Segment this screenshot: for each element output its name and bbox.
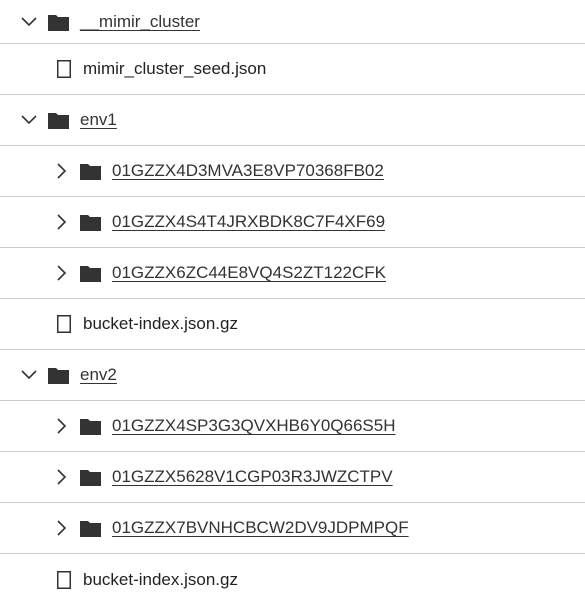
tree-row-block[interactable]: 01GZZX4S4T4JRXBDK8C7F4XF69 xyxy=(0,197,585,248)
file-icon xyxy=(57,315,71,333)
folder-icon xyxy=(80,213,101,231)
folder-icon xyxy=(48,111,69,129)
chevron-right-icon[interactable] xyxy=(52,417,70,435)
chevron-right-icon[interactable] xyxy=(52,213,70,231)
chevron-right-icon[interactable] xyxy=(52,468,70,486)
folder-icon xyxy=(80,468,101,486)
chevron-down-icon[interactable] xyxy=(20,111,38,129)
file-name: bucket-index.json.gz xyxy=(83,314,238,333)
tree-row-block[interactable]: 01GZZX7BVNHCBCW2DV9JDPMPQF xyxy=(0,503,585,554)
folder-link[interactable]: env2 xyxy=(80,365,117,385)
tree-row-block[interactable]: 01GZZX4SP3G3QVXHB6Y0Q66S5H xyxy=(0,401,585,452)
file-icon xyxy=(57,570,71,589)
folder-link[interactable]: __mimir_cluster xyxy=(80,12,200,32)
file-tree: __mimir_cluster mimir_cluster_seed.json … xyxy=(0,0,585,605)
folder-icon xyxy=(80,417,101,435)
file-icon xyxy=(57,60,71,78)
folder-icon xyxy=(48,366,69,384)
tree-row-env1[interactable]: env1 xyxy=(0,95,585,146)
folder-link[interactable]: env1 xyxy=(80,110,117,130)
file-name: mimir_cluster_seed.json xyxy=(83,59,267,78)
folder-link[interactable]: 01GZZX6ZC44E8VQ4S2ZT122CFK xyxy=(112,263,386,283)
folder-link[interactable]: 01GZZX4SP3G3QVXHB6Y0Q66S5H xyxy=(112,416,395,436)
file-name: bucket-index.json.gz xyxy=(83,569,238,589)
folder-link[interactable]: 01GZZX7BVNHCBCW2DV9JDPMPQF xyxy=(112,518,409,538)
tree-row-block[interactable]: 01GZZX5628V1CGP03R3JWZCTPV xyxy=(0,452,585,503)
tree-row-mimir-cluster[interactable]: __mimir_cluster xyxy=(0,0,585,44)
tree-row-file: bucket-index.json.gz xyxy=(0,299,585,350)
tree-row-file: mimir_cluster_seed.json xyxy=(0,44,585,95)
folder-link[interactable]: 01GZZX4S4T4JRXBDK8C7F4XF69 xyxy=(112,212,385,232)
chevron-right-icon[interactable] xyxy=(52,162,70,180)
tree-row-block[interactable]: 01GZZX6ZC44E8VQ4S2ZT122CFK xyxy=(0,248,585,299)
folder-icon xyxy=(80,519,101,537)
tree-row-file: bucket-index.json.gz xyxy=(0,554,585,605)
folder-icon xyxy=(80,264,101,282)
folder-icon xyxy=(80,162,101,180)
chevron-right-icon[interactable] xyxy=(52,519,70,537)
chevron-down-icon[interactable] xyxy=(20,13,38,31)
folder-link[interactable]: 01GZZX4D3MVA3E8VP70368FB02 xyxy=(112,161,384,181)
folder-icon xyxy=(48,13,69,31)
tree-row-block[interactable]: 01GZZX4D3MVA3E8VP70368FB02 xyxy=(0,146,585,197)
tree-row-env2[interactable]: env2 xyxy=(0,350,585,401)
chevron-right-icon[interactable] xyxy=(52,264,70,282)
chevron-down-icon[interactable] xyxy=(20,366,38,384)
folder-link[interactable]: 01GZZX5628V1CGP03R3JWZCTPV xyxy=(112,467,393,487)
